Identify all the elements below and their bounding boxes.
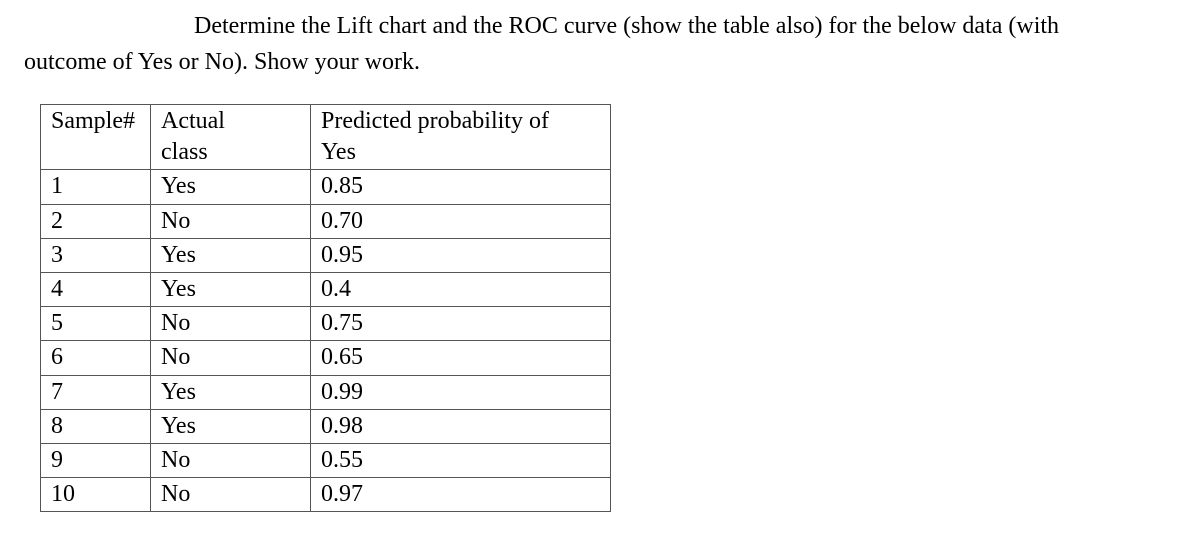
cell-sample: 1 [41, 170, 151, 204]
table-row: 3 Yes 0.95 [41, 238, 611, 272]
cell-prob: 0.55 [311, 443, 611, 477]
table-row: 2 No 0.70 [41, 204, 611, 238]
cell-prob: 0.95 [311, 238, 611, 272]
cell-sample: 10 [41, 478, 151, 512]
prompt-line-1: Determine the Lift chart and the ROC cur… [24, 8, 1176, 44]
header-prob: Predicted probability of Yes [311, 105, 611, 170]
cell-prob: 0.85 [311, 170, 611, 204]
cell-actual: No [151, 307, 311, 341]
cell-sample: 9 [41, 443, 151, 477]
cell-prob: 0.98 [311, 409, 611, 443]
prompt-line-2: outcome of Yes or No). Show your work. [24, 44, 1176, 80]
cell-actual: No [151, 443, 311, 477]
header-sample-text: Sample# [51, 108, 135, 134]
cell-actual: Yes [151, 375, 311, 409]
cell-actual: Yes [151, 170, 311, 204]
cell-prob: 0.70 [311, 204, 611, 238]
cell-sample: 4 [41, 272, 151, 306]
cell-sample: 2 [41, 204, 151, 238]
header-prob-text-2: Yes [321, 139, 356, 165]
cell-actual: Yes [151, 409, 311, 443]
table-row: 5 No 0.75 [41, 307, 611, 341]
cell-prob: 0.99 [311, 375, 611, 409]
header-sample: Sample# [41, 105, 151, 170]
cell-sample: 8 [41, 409, 151, 443]
data-table: Sample# Actual class Predicted probabili… [40, 104, 611, 512]
table-row: 4 Yes 0.4 [41, 272, 611, 306]
table-header-row: Sample# Actual class Predicted probabili… [41, 105, 611, 170]
cell-sample: 7 [41, 375, 151, 409]
cell-prob: 0.4 [311, 272, 611, 306]
table-row: 6 No 0.65 [41, 341, 611, 375]
cell-actual: No [151, 341, 311, 375]
header-prob-text-1: Predicted probability of [321, 108, 549, 134]
cell-sample: 6 [41, 341, 151, 375]
question-prompt: Determine the Lift chart and the ROC cur… [24, 8, 1176, 80]
cell-prob: 0.75 [311, 307, 611, 341]
cell-prob: 0.65 [311, 341, 611, 375]
header-actual: Actual class [151, 105, 311, 170]
table-row: 7 Yes 0.99 [41, 375, 611, 409]
document-page: Determine the Lift chart and the ROC cur… [0, 0, 1200, 512]
cell-actual: Yes [151, 272, 311, 306]
cell-sample: 5 [41, 307, 151, 341]
table-row: 10 No 0.97 [41, 478, 611, 512]
cell-actual: Yes [151, 238, 311, 272]
cell-sample: 3 [41, 238, 151, 272]
header-actual-text-2: class [161, 139, 208, 165]
header-actual-text-1: Actual [161, 108, 225, 134]
cell-prob: 0.97 [311, 478, 611, 512]
table-row: 8 Yes 0.98 [41, 409, 611, 443]
cell-actual: No [151, 478, 311, 512]
table-row: 1 Yes 0.85 [41, 170, 611, 204]
cell-actual: No [151, 204, 311, 238]
table-row: 9 No 0.55 [41, 443, 611, 477]
